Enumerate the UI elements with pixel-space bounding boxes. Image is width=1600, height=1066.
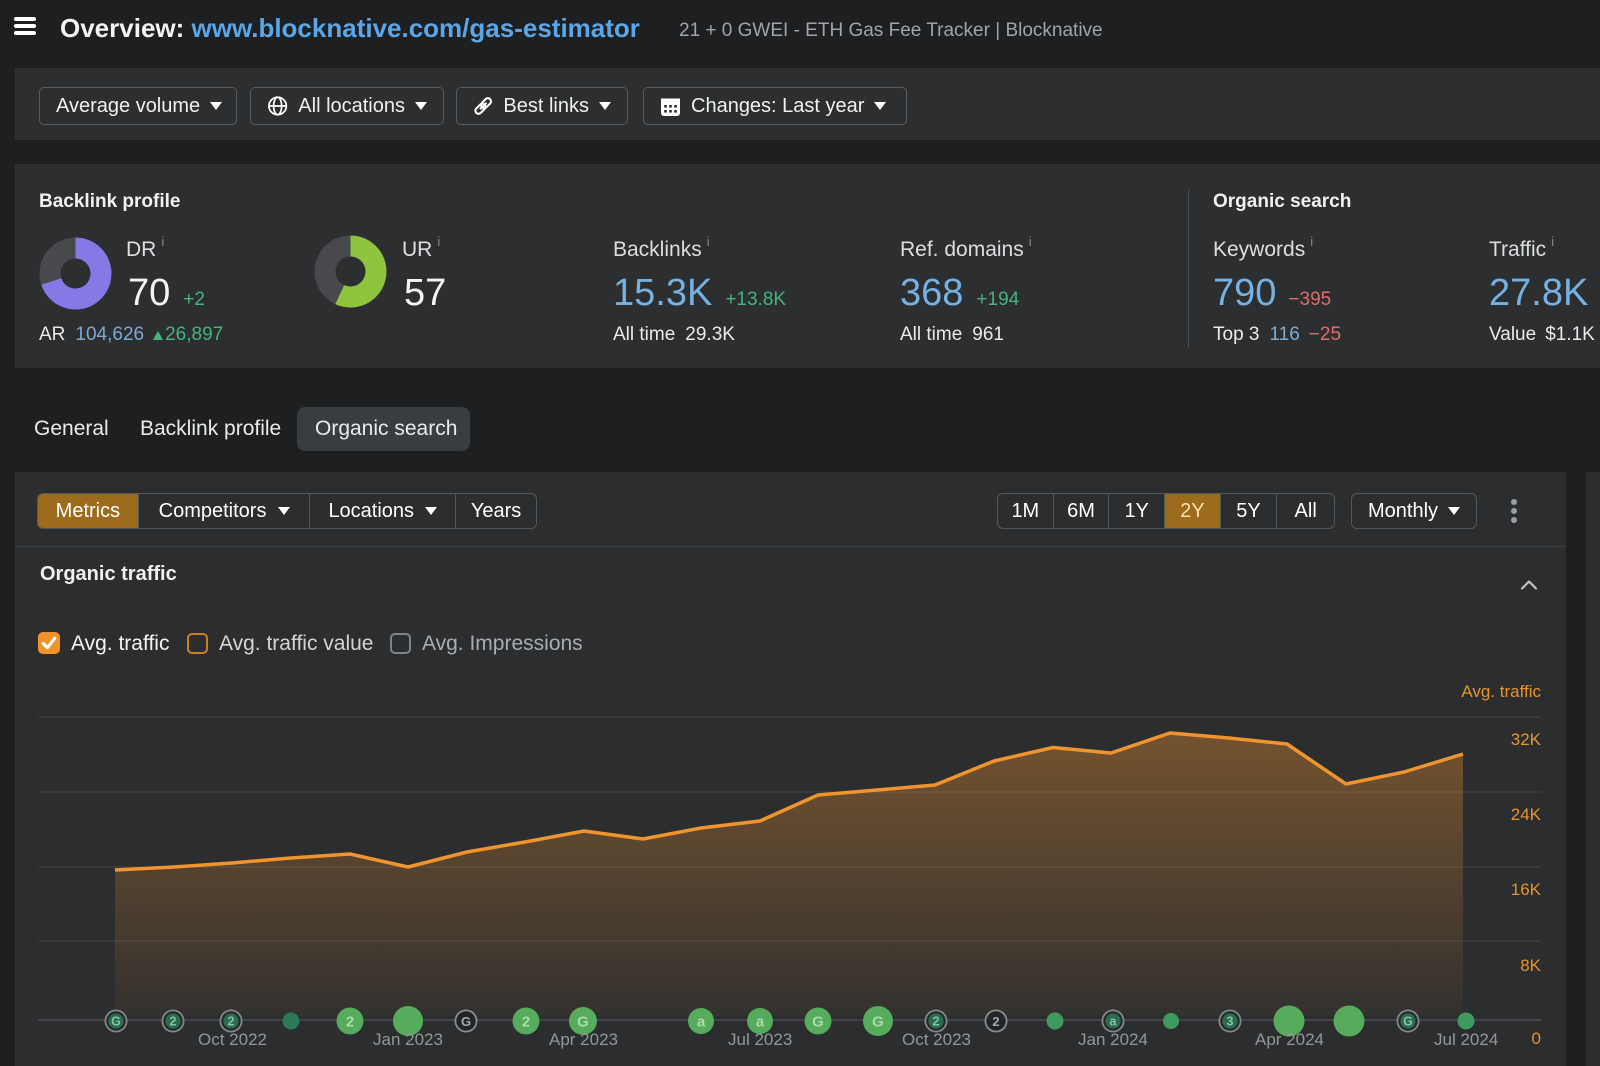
svg-text:2: 2: [170, 1015, 177, 1029]
svg-text:2: 2: [228, 1015, 235, 1029]
svg-text:G: G: [872, 1014, 884, 1031]
svg-text:G: G: [812, 1014, 824, 1031]
svg-text:2: 2: [992, 1014, 999, 1029]
svg-text:G: G: [577, 1014, 589, 1031]
svg-text:a: a: [1110, 1015, 1118, 1029]
svg-text:a: a: [697, 1014, 706, 1031]
svg-text:2: 2: [933, 1015, 940, 1029]
svg-text:G: G: [461, 1014, 471, 1029]
svg-text:Avg. traffic: Avg. traffic: [1461, 682, 1541, 701]
svg-text:a: a: [756, 1014, 765, 1031]
svg-text:2: 2: [522, 1014, 530, 1031]
svg-text:24K: 24K: [1511, 805, 1542, 824]
svg-text:G: G: [111, 1015, 121, 1029]
svg-text:G: G: [1403, 1015, 1413, 1029]
svg-text:3: 3: [1227, 1015, 1234, 1029]
svg-text:2: 2: [346, 1014, 354, 1031]
svg-text:16K: 16K: [1511, 880, 1542, 899]
svg-text:0: 0: [1532, 1029, 1541, 1048]
svg-text:8K: 8K: [1520, 956, 1541, 975]
svg-text:32K: 32K: [1511, 730, 1542, 749]
